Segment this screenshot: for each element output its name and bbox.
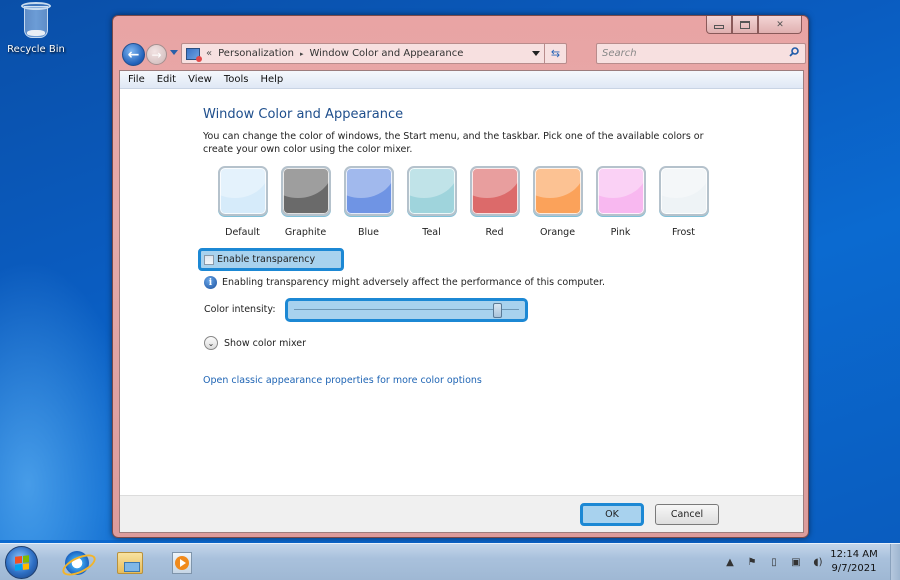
address-bar[interactable]: « Personalization ▸ Window Color and App…: [181, 43, 567, 64]
color-intensity-label: Color intensity:: [204, 304, 276, 315]
taskbar-media-player[interactable]: [165, 547, 199, 578]
menu-help[interactable]: Help: [260, 74, 283, 85]
address-overflow-chevron[interactable]: «: [206, 48, 212, 59]
start-button[interactable]: [5, 546, 38, 579]
chevron-down-icon: ⌄: [204, 336, 218, 350]
swatch-tile[interactable]: [595, 166, 646, 216]
swatch-label: Frost: [672, 227, 695, 238]
control-panel-icon: [186, 47, 202, 62]
swatch-label: Orange: [539, 227, 576, 238]
battery-icon[interactable]: ▯: [764, 555, 784, 571]
system-tray: ▲ ⚑ ▯ ▣ ◖): [720, 544, 830, 580]
dialog-footer: OK Cancel: [120, 495, 803, 532]
forward-arrow-icon: →: [151, 47, 162, 62]
swatch-pink[interactable]: Pink: [589, 166, 652, 238]
taskbar-windows-explorer[interactable]: [113, 547, 147, 578]
clock-date: 9/7/2021: [831, 563, 877, 574]
slider-track[interactable]: [294, 309, 519, 310]
info-icon: i: [204, 276, 217, 289]
swatch-label: Graphite: [284, 227, 327, 238]
menu-view[interactable]: View: [188, 74, 212, 85]
show-color-mixer-toggle[interactable]: ⌄ Show color mixer: [204, 336, 306, 350]
search-placeholder: Search: [602, 48, 637, 59]
recent-pages-dropdown[interactable]: [170, 50, 178, 55]
info-text: Enabling transparency might adversely af…: [222, 277, 606, 288]
main-panel: Window Color and Appearance You can chan…: [120, 90, 803, 497]
page-title: Window Color and Appearance: [203, 107, 404, 122]
swatch-label: Red: [485, 227, 504, 238]
maximize-button[interactable]: [732, 16, 758, 34]
internet-explorer-icon: e: [65, 550, 89, 575]
caption-buttons: ✕: [706, 16, 802, 34]
window-color-appearance-window: ✕ ← → « Personalization ▸ Window Color a…: [112, 15, 809, 538]
swatch-label: Blue: [357, 227, 380, 238]
desktop-icon-recycle-bin[interactable]: Recycle Bin: [4, 2, 68, 55]
show-desktop-button[interactable]: [890, 544, 900, 580]
back-arrow-icon: ←: [127, 46, 140, 63]
transparency-info: i Enabling transparency might adversely …: [204, 276, 605, 289]
swatch-frost[interactable]: Frost: [652, 166, 715, 238]
swatch-label: Teal: [422, 227, 441, 238]
breadcrumb-personalization[interactable]: Personalization: [218, 48, 294, 59]
address-dropdown-icon[interactable]: [532, 51, 540, 56]
folder-icon: [117, 551, 143, 574]
maximize-icon: [740, 20, 750, 29]
show-color-mixer-label: Show color mixer: [224, 337, 307, 349]
transparency-checkbox-box[interactable]: [204, 254, 214, 265]
color-intensity-slider[interactable]: [285, 298, 528, 322]
page-description: You can change the color of windows, the…: [203, 131, 704, 155]
cancel-button[interactable]: Cancel: [655, 504, 719, 525]
color-swatches: Default Graphite Blue Teal Red Orange Pi…: [211, 166, 715, 238]
taskbar-clock[interactable]: 12:14 AM 9/7/2021: [820, 548, 888, 576]
windows-logo-icon: [14, 554, 29, 571]
swatch-default[interactable]: Default: [211, 166, 274, 238]
swatch-tile[interactable]: [469, 166, 520, 216]
swatch-label: Default: [225, 227, 260, 238]
media-player-icon: [172, 551, 192, 574]
swatch-tile[interactable]: [406, 166, 457, 216]
swatch-tile[interactable]: [217, 166, 268, 216]
taskbar-internet-explorer[interactable]: e: [60, 547, 94, 578]
swatch-tile[interactable]: [280, 166, 331, 216]
swatch-blue[interactable]: Blue: [337, 166, 400, 238]
swatch-orange[interactable]: Orange: [526, 166, 589, 238]
breadcrumb-separator-icon[interactable]: ▸: [300, 50, 304, 58]
minimize-icon: [714, 24, 724, 29]
forward-button[interactable]: →: [146, 44, 167, 65]
back-button[interactable]: ←: [122, 43, 145, 66]
minimize-button[interactable]: [706, 16, 732, 34]
content-area: File Edit View Tools Help Window Color a…: [119, 70, 804, 533]
close-icon: ✕: [776, 19, 784, 30]
swatch-tile[interactable]: [343, 166, 394, 216]
slider-thumb[interactable]: [492, 303, 502, 318]
recycle-bin-icon: [21, 2, 51, 40]
menu-file[interactable]: File: [128, 74, 145, 85]
ok-button[interactable]: OK: [580, 503, 644, 526]
action-center-flag-icon[interactable]: ⚑: [742, 555, 762, 571]
swatch-teal[interactable]: Teal: [400, 166, 463, 238]
taskbar: e ▲ ⚑ ▯ ▣ ◖) 12:14 AM 9/7/2021: [0, 543, 900, 580]
swatch-graphite[interactable]: Graphite: [274, 166, 337, 238]
search-icon[interactable]: [789, 47, 799, 57]
classic-appearance-link[interactable]: Open classic appearance properties for m…: [203, 375, 482, 386]
refresh-icon: ⇆: [550, 47, 561, 60]
navigation-bar: ← → « Personalization ▸ Window Color and…: [119, 42, 806, 66]
swatch-tile[interactable]: [658, 166, 709, 216]
search-input[interactable]: Search: [596, 43, 806, 64]
refresh-button[interactable]: ⇆: [544, 44, 566, 63]
desktop-icon-label: Recycle Bin: [7, 44, 65, 55]
swatch-label: Pink: [610, 227, 631, 238]
menu-bar: File Edit View Tools Help: [120, 71, 803, 89]
menu-tools[interactable]: Tools: [224, 74, 249, 85]
show-hidden-icons-button[interactable]: ▲: [720, 555, 740, 571]
enable-transparency-checkbox[interactable]: Enable transparency: [198, 248, 344, 271]
transparency-label: Enable transparency: [217, 254, 316, 265]
swatch-red[interactable]: Red: [463, 166, 526, 238]
swatch-tile[interactable]: [532, 166, 583, 216]
clock-time: 12:14 AM: [830, 549, 878, 560]
network-icon[interactable]: ▣: [786, 555, 806, 571]
menu-edit[interactable]: Edit: [157, 74, 176, 85]
close-button[interactable]: ✕: [758, 16, 802, 34]
breadcrumb-window-color[interactable]: Window Color and Appearance: [309, 48, 463, 59]
